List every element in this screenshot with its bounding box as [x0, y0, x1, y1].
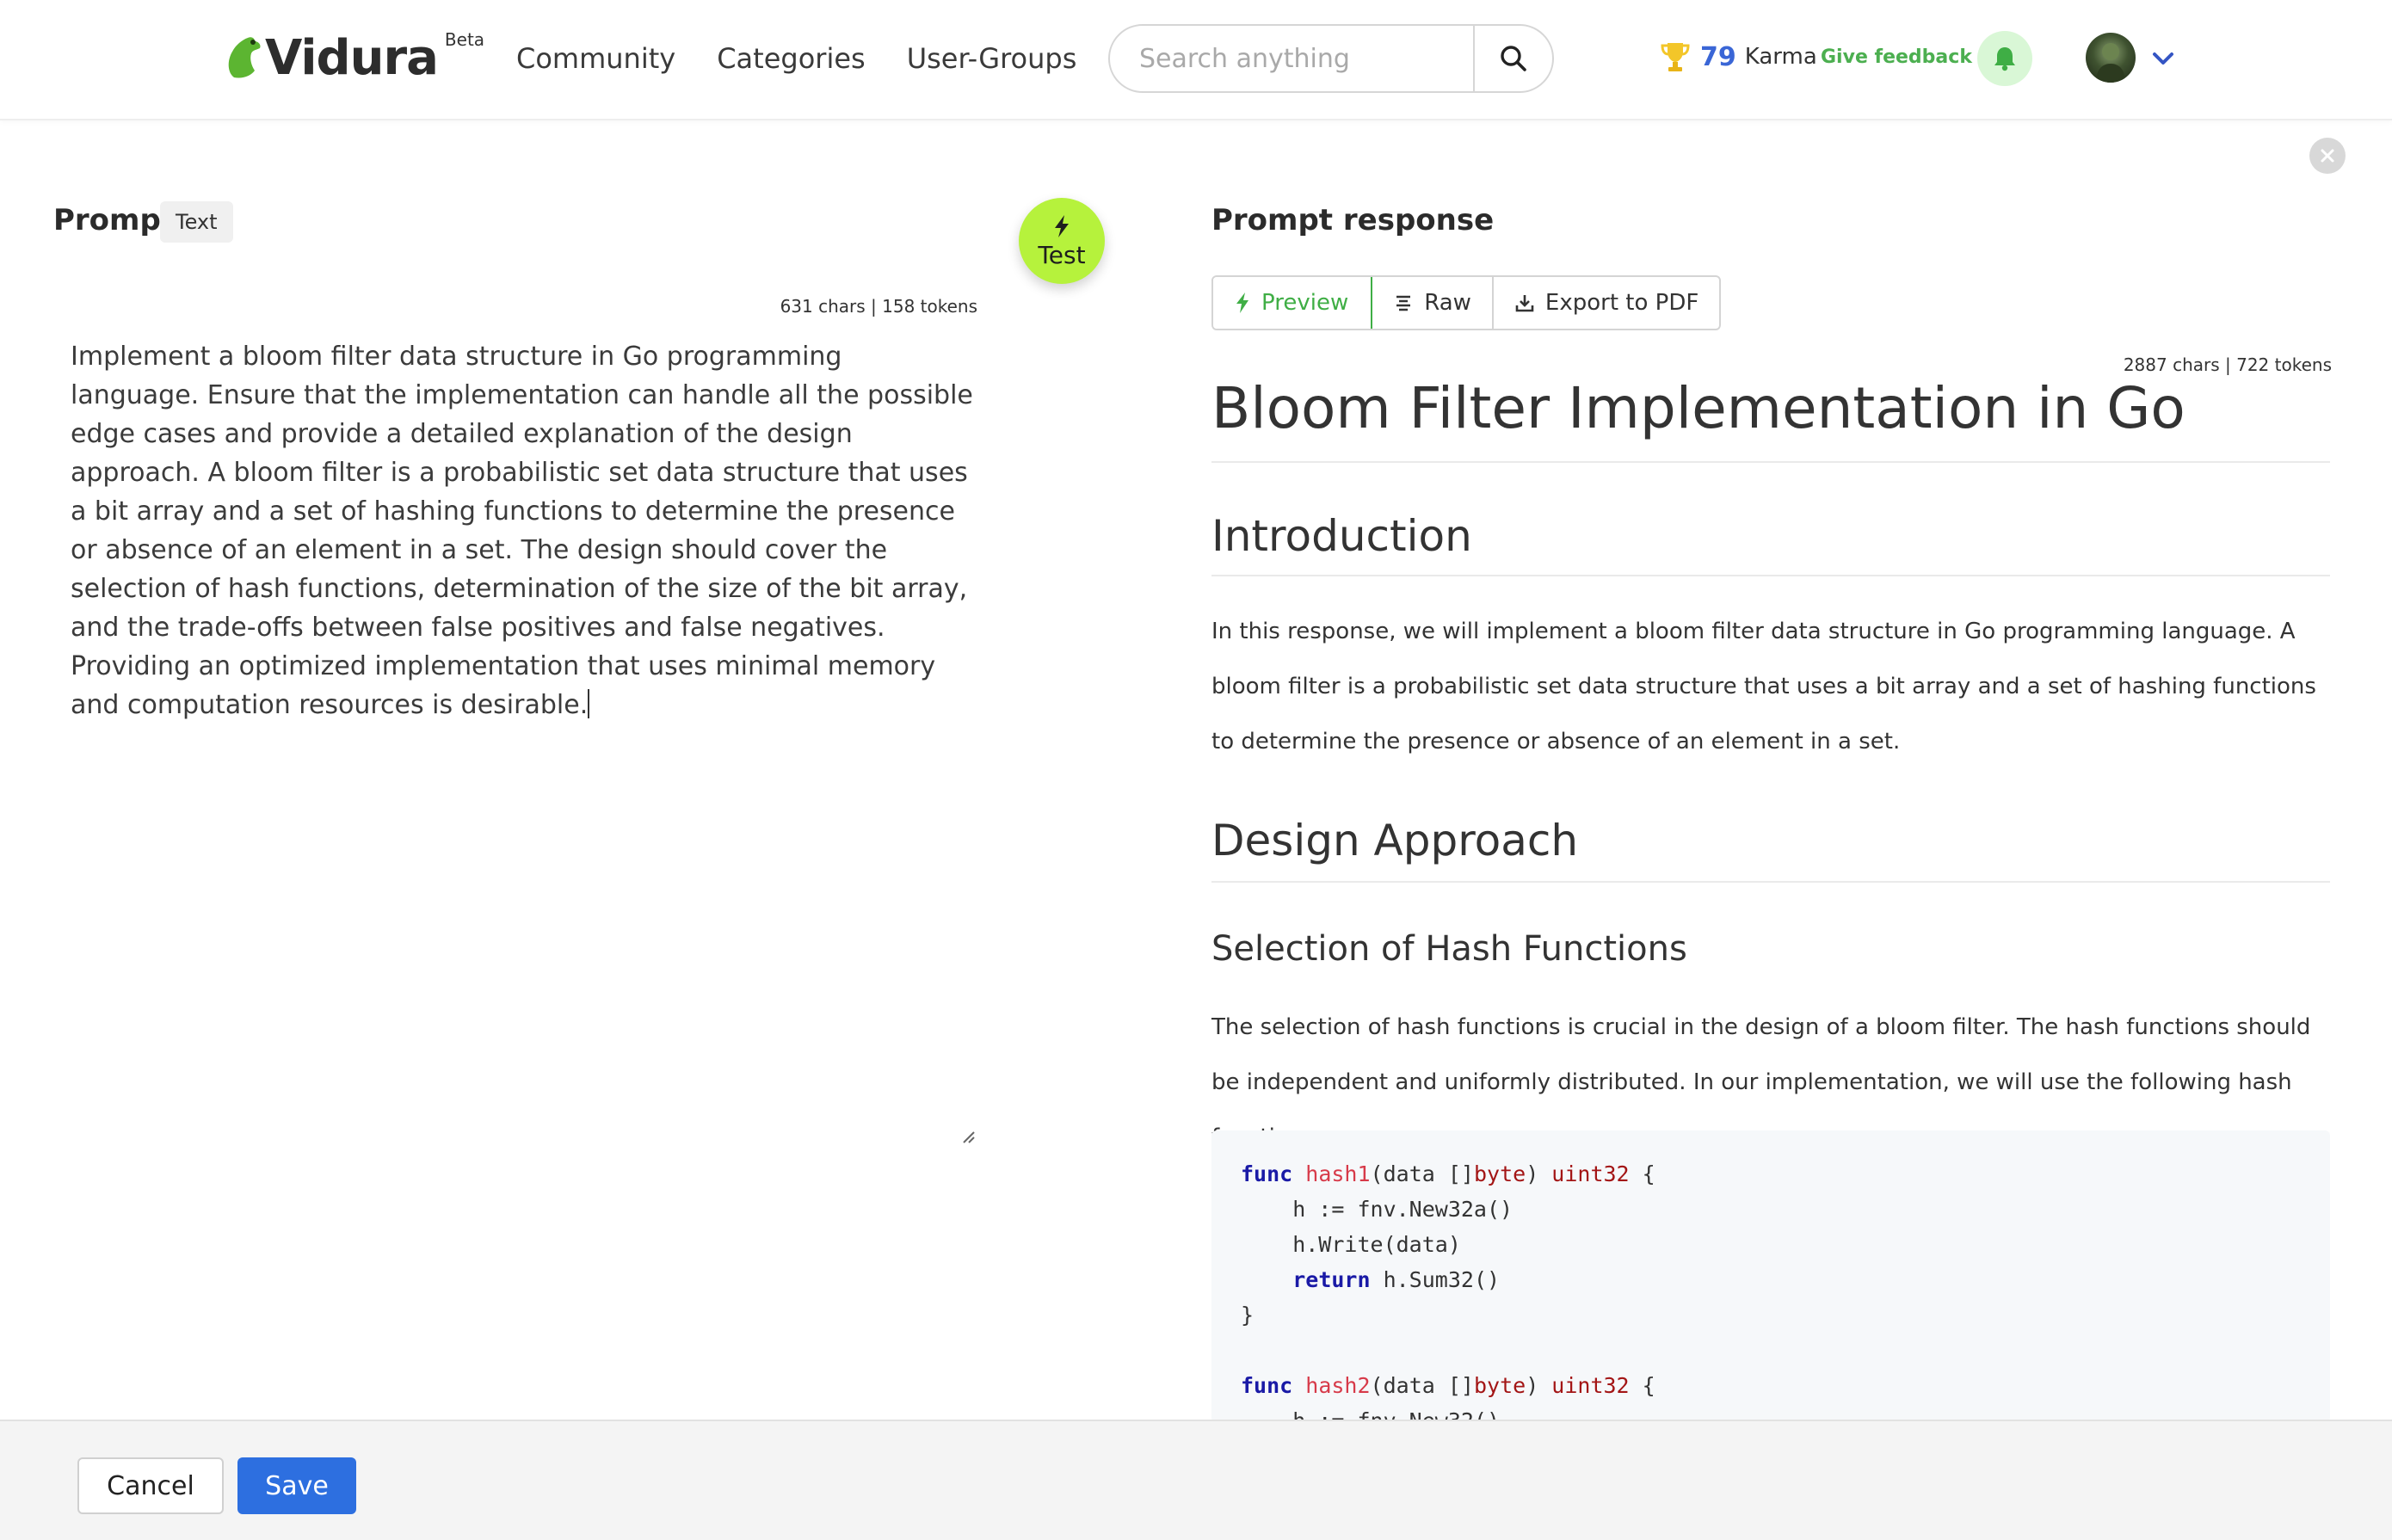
nav-categories[interactable]: Categories	[717, 41, 865, 76]
prompt-heading: Prompt	[53, 203, 176, 237]
test-label: Test	[1038, 240, 1086, 269]
response-char-count: 2887 chars | 722 tokens	[2123, 354, 2332, 375]
search-box	[1108, 24, 1554, 93]
logo-wordmark: Vidura	[265, 30, 439, 86]
user-avatar[interactable]	[2086, 33, 2136, 83]
editor-footer: Cancel Save	[0, 1420, 2392, 1540]
response-title: Bloom Filter Implementation in Go	[1211, 375, 2185, 441]
chevron-down-icon[interactable]	[2151, 48, 2175, 69]
give-feedback-link[interactable]: Give feedback	[1821, 46, 1972, 68]
vidura-logo[interactable]: Vidura Beta	[225, 29, 485, 86]
prompt-text: Implement a bloom filter data structure …	[71, 342, 973, 720]
align-lines-icon	[1396, 295, 1411, 311]
hash-functions-heading: Selection of Hash Functions	[1211, 929, 1687, 969]
close-editor-button[interactable]	[2309, 138, 2346, 174]
karma-label: Karma	[1744, 44, 1817, 70]
nav-community[interactable]: Community	[516, 41, 675, 76]
lightning-icon	[1055, 214, 1069, 237]
trophy-icon	[1661, 43, 1690, 71]
response-view-tabs: Preview Raw Export to PDF	[1211, 275, 1722, 330]
avatar-image-icon	[2096, 43, 2125, 83]
cancel-button[interactable]: Cancel	[77, 1457, 224, 1514]
test-button[interactable]: Test	[1019, 198, 1105, 284]
code-line: h.Write(data)	[1241, 1232, 1461, 1257]
introduction-paragraph: In this response, we will implement a bl…	[1211, 619, 2316, 755]
nav-user-groups[interactable]: User-Groups	[907, 41, 1077, 76]
design-approach-divider	[1211, 881, 2330, 883]
notifications-button[interactable]	[1977, 31, 2032, 86]
lightning-icon	[1236, 293, 1248, 313]
save-button[interactable]: Save	[237, 1457, 356, 1514]
karma-display[interactable]: 79 Karma	[1659, 40, 1817, 74]
text-cursor	[588, 689, 590, 718]
top-navbar: Vidura Beta Community Categories User-Gr…	[0, 0, 2392, 120]
introduction-divider	[1211, 575, 2330, 576]
resize-handle-icon[interactable]	[960, 1129, 976, 1144]
code-line: }	[1241, 1303, 1255, 1327]
search-icon	[1501, 46, 1526, 71]
response-heading: Prompt response	[1211, 203, 1495, 237]
tab-raw[interactable]: Raw	[1372, 277, 1494, 329]
tab-export-pdf[interactable]: Export to PDF	[1494, 277, 1719, 329]
tab-export-pdf-label: Export to PDF	[1544, 290, 1699, 316]
code-line: func hash1(data []byte) uint32 {	[1241, 1161, 1655, 1186]
frog-logo-icon	[228, 37, 261, 78]
design-approach-heading: Design Approach	[1211, 816, 1579, 865]
code-line: return h.Sum32()	[1292, 1267, 1501, 1292]
bell-icon	[1994, 47, 2015, 71]
main-nav: Community Categories User-Groups	[516, 41, 1118, 76]
title-divider	[1211, 461, 2330, 463]
tab-preview-label: Preview	[1261, 290, 1349, 316]
search-button[interactable]	[1473, 26, 1552, 91]
beta-badge: Beta	[444, 29, 485, 50]
code-line: func hash2(data []byte) uint32 {	[1241, 1373, 1655, 1398]
code-block: func hash1(data []byte) uint32 { h := fn…	[1211, 1130, 2330, 1423]
prompt-textarea[interactable]: Implement a bloom filter data structure …	[71, 337, 974, 724]
close-icon	[2321, 149, 2334, 163]
tab-raw-label: Raw	[1424, 290, 1471, 316]
prompt-char-count: 631 chars | 158 tokens	[780, 296, 977, 317]
prompt-type-badge: Text	[160, 201, 233, 243]
karma-value: 79	[1700, 41, 1736, 72]
tab-preview[interactable]: Preview	[1213, 277, 1373, 329]
code-line: h := fnv.New32a()	[1241, 1197, 1513, 1222]
search-input[interactable]	[1110, 26, 1473, 91]
download-icon	[1515, 295, 1534, 312]
introduction-heading: Introduction	[1211, 511, 1472, 561]
